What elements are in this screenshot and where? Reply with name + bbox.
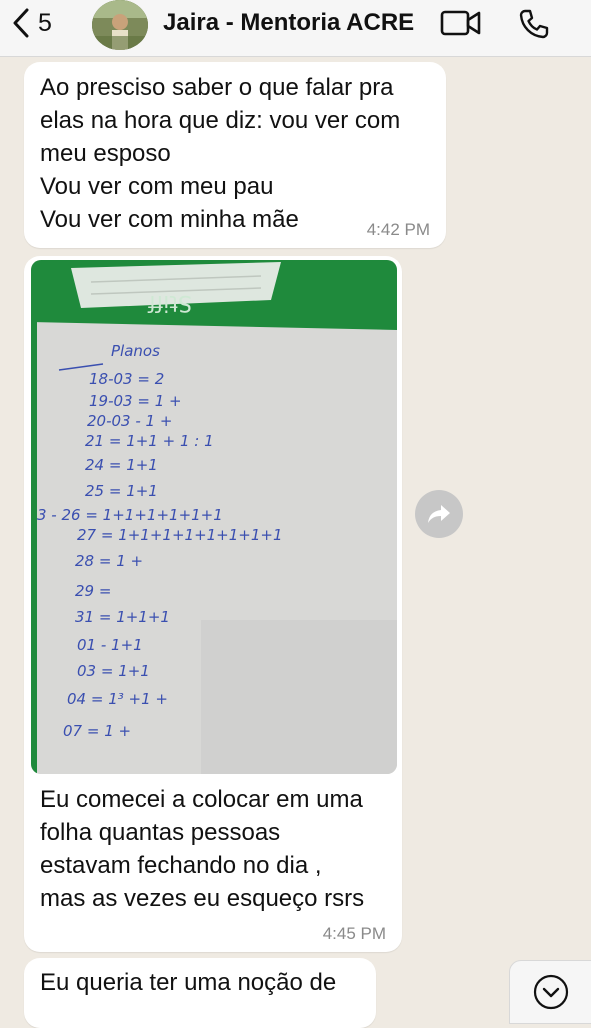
video-call-icon xyxy=(440,10,481,36)
avatar[interactable] xyxy=(92,0,148,50)
note-line: 29 = xyxy=(75,582,111,600)
unread-count: 5 xyxy=(38,8,52,37)
note-line: 27 = 1+1+1+1+1+1+1+1 xyxy=(77,526,283,544)
note-line: 24 = 1+1 xyxy=(85,456,158,474)
message-bubble[interactable]: Ao presciso saber o que falar pra elas n… xyxy=(24,62,446,248)
note-line: 25 = 1+1 xyxy=(85,482,158,500)
note-line: 03 = 1+1 xyxy=(77,662,150,680)
message-text: Eu queria ter uma noção de xyxy=(40,969,337,996)
message-time: 4:42 PM xyxy=(366,220,430,239)
back-button[interactable]: 5 xyxy=(12,8,52,38)
note-line: 04 = 1³ +1 + xyxy=(67,690,168,708)
message-photo[interactable]: Stiff Planos 18-03 = 2 19-03 = 1 + 20-03… xyxy=(31,260,397,774)
note-line: 31 = 1+1+1 xyxy=(75,608,170,626)
phone-call-button[interactable] xyxy=(518,8,550,45)
video-call-button[interactable] xyxy=(440,8,482,43)
forward-icon xyxy=(428,505,450,523)
message-text: Eu comecei a colocar em uma folha quanta… xyxy=(40,786,365,912)
scroll-to-bottom-button[interactable] xyxy=(509,960,591,1024)
notebook-brand: Stiff xyxy=(147,290,192,315)
note-line: 21 = 1+1 + 1 : 1 xyxy=(85,432,214,450)
phone-call-icon xyxy=(519,9,549,39)
note-line: 01 - 1+1 xyxy=(77,636,143,654)
chat-title[interactable]: Jaira - Mentoria ACRE xyxy=(163,9,414,37)
note-line: 3 - 26 = 1+1+1+1+1+1 xyxy=(37,506,223,524)
message-bubble[interactable]: Stiff Planos 18-03 = 2 19-03 = 1 + 20-03… xyxy=(24,256,402,952)
note-line: 18-03 = 2 xyxy=(89,370,164,388)
chevron-left-icon xyxy=(13,8,29,38)
note-line: 07 = 1 + xyxy=(63,722,131,740)
forward-button[interactable] xyxy=(415,490,463,538)
message-text: Ao presciso saber o que falar pra elas n… xyxy=(40,74,401,233)
note-line: 19-03 = 1 + xyxy=(89,392,182,410)
note-line: Planos xyxy=(111,342,160,360)
message-time: 4:45 PM xyxy=(322,924,386,943)
chevron-down-icon xyxy=(533,974,569,1010)
message-bubble[interactable]: Eu queria ter uma noção de xyxy=(24,958,376,1028)
note-line: 28 = 1 + xyxy=(75,552,143,570)
chat-header: 5 Jaira - Mentoria ACRE xyxy=(0,0,591,57)
note-line: 20-03 - 1 + xyxy=(87,412,172,430)
